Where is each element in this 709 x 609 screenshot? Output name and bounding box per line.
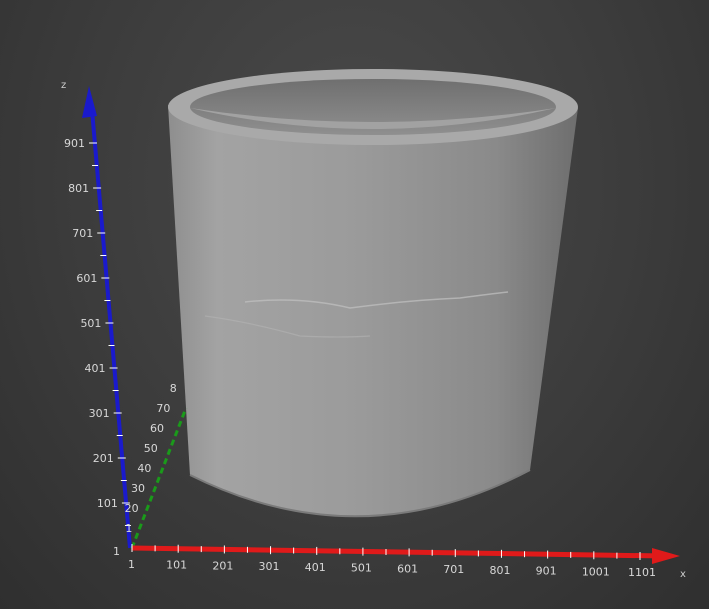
- x-axis: x 1 101 201 301 401 501 601 701 801 901 1001 1101: [128, 544, 686, 580]
- x-axis-tick-label: 201: [212, 559, 233, 572]
- y-axis: 1 20 30 40 50 60 708: [125, 382, 188, 549]
- x-axis-tick-label: 901: [536, 565, 557, 578]
- z-axis-tick-label: 101: [97, 497, 118, 510]
- x-axis-tick-label: 601: [397, 562, 418, 575]
- z-axis-tick-label: 201: [93, 452, 114, 465]
- x-axis-tick-label: 1001: [582, 565, 610, 578]
- z-axis-tick-label: 601: [76, 272, 97, 285]
- z-axis-tick-label: 801: [68, 182, 89, 195]
- origin-label: 1: [113, 545, 120, 558]
- y-axis-tick-label: 8: [170, 382, 177, 395]
- z-axis-tick-label: 901: [64, 137, 85, 150]
- cylinder-body: [168, 105, 578, 517]
- x-axis-tick-label: 701: [443, 563, 464, 576]
- z-axis-tick-label: 301: [89, 407, 110, 420]
- z-axis: z 101 201 301 401 501 601 701 801 901: [61, 80, 132, 549]
- scene-canvas[interactable]: z 101201301401501601701801901 1203040506…: [0, 0, 709, 609]
- x-axis-tick-label: 101: [166, 559, 187, 572]
- z-axis-name: z: [61, 80, 66, 91]
- x-axis-name: x: [680, 569, 686, 580]
- x-axis-tick-label: 401: [305, 561, 326, 574]
- z-axis-tick-label: 701: [72, 227, 93, 240]
- y-axis-tick-label: 20: [125, 502, 139, 515]
- y-axis-tick-label: 70: [156, 402, 170, 415]
- z-axis-arrowhead: [82, 86, 97, 118]
- y-axis-tick-label: 30: [131, 482, 145, 495]
- y-axis-tick-label: 60: [150, 422, 164, 435]
- x-axis-tick-label: 301: [259, 560, 280, 573]
- x-axis-tick-label: 501: [351, 562, 372, 575]
- x-axis-tick-label: 1: [128, 558, 135, 571]
- y-axis-tick-label: 1: [125, 522, 132, 535]
- y-axis-tick-label: 50: [144, 442, 158, 455]
- y-axis-tick-label: 40: [137, 462, 151, 475]
- x-axis-tick-label: 1101: [628, 566, 656, 579]
- cylinder-object[interactable]: [168, 69, 578, 518]
- z-axis-tick-label: 401: [85, 362, 106, 375]
- z-axis-tick-label: 501: [80, 317, 101, 330]
- 3d-viewport[interactable]: z 101 201 301 401 501 601 701 801 901 1 20 30 40 50 6…: [0, 0, 709, 609]
- x-axis-tick-label: 801: [489, 564, 510, 577]
- y-axis-ticks: 1 20 30 40 50 60 708: [125, 382, 177, 535]
- x-axis-arrowhead: [652, 548, 680, 564]
